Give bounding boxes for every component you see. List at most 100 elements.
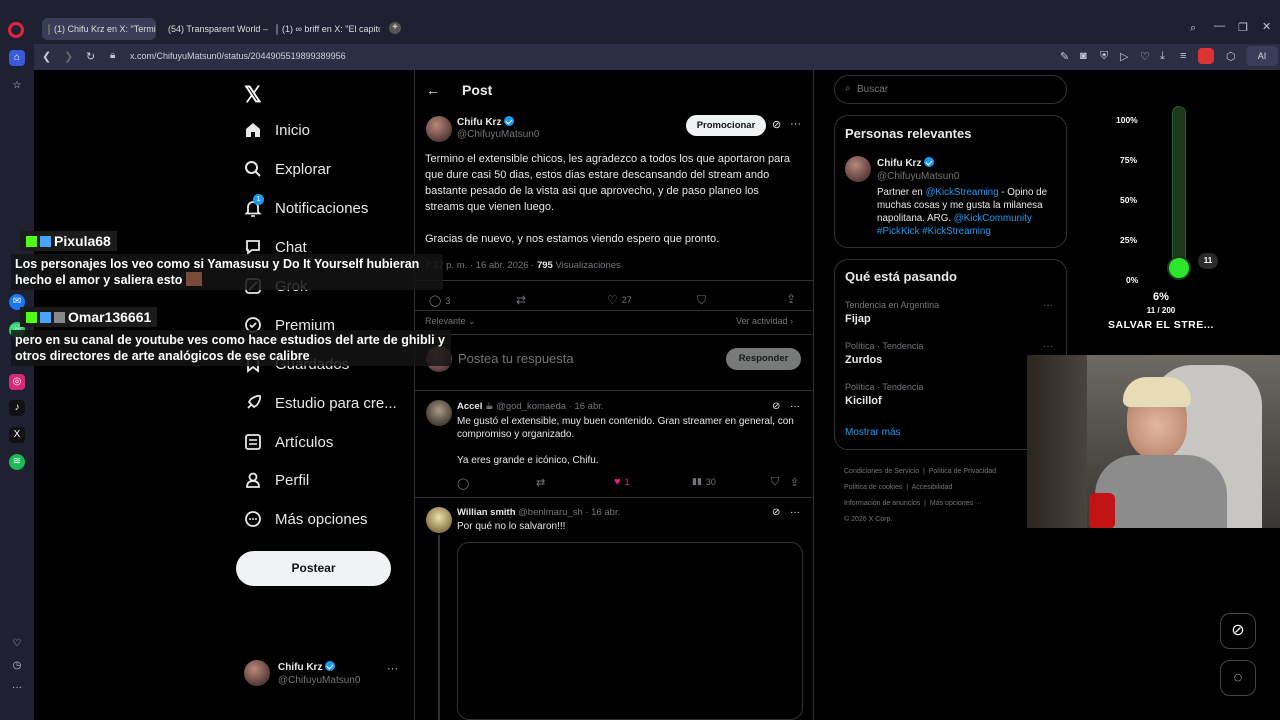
home-sidebar-icon[interactable]: ⌂: [9, 50, 25, 66]
nav-more[interactable]: Más opciones: [244, 510, 368, 528]
trend-item[interactable]: Política · Tendencia Zurdos: [845, 341, 923, 366]
heart-filled-icon: ♥: [614, 476, 621, 488]
post-text: Gracias de nuevo, y nos estamos viendo e…: [425, 233, 720, 245]
search-box[interactable]: ⌕ Buscar: [834, 75, 1067, 104]
reload-icon[interactable]: ↻: [86, 50, 95, 63]
nav-notifications[interactable]: 1 Notificaciones: [244, 194, 368, 217]
share-icon[interactable]: ⇪: [786, 292, 796, 306]
opera-logo-icon[interactable]: [8, 22, 24, 38]
bookmark-icon[interactable]: ⛉: [697, 293, 706, 308]
relevance-sort[interactable]: Relevante ⌄: [425, 316, 476, 327]
reply-input[interactable]: Postea tu respuesta: [458, 351, 574, 366]
view-activity-link[interactable]: Ver actividad ›: [736, 316, 793, 326]
play-icon[interactable]: ▷: [1120, 50, 1128, 63]
avatar[interactable]: [426, 116, 452, 142]
minimize-button[interactable]: —: [1214, 20, 1225, 32]
post-button[interactable]: Postear: [236, 551, 391, 586]
menu-icon[interactable]: ≡: [1180, 50, 1186, 62]
footer-link[interactable]: Accesibilidad: [912, 484, 953, 491]
tab-chifu[interactable]: (1) Chifu Krz en X: "Termin: [42, 18, 156, 40]
heart-icon[interactable]: ♡: [1140, 50, 1150, 63]
like-action[interactable]: ♡ 27: [607, 293, 632, 307]
reply-more-icon[interactable]: ···: [790, 401, 800, 412]
instagram-icon[interactable]: ◎: [9, 374, 25, 390]
repost-icon[interactable]: ⇄: [536, 476, 545, 489]
grok-analyze-icon[interactable]: ⊘: [772, 118, 781, 131]
search-input[interactable]: Buscar: [857, 84, 888, 95]
tiktok-icon[interactable]: ♪: [9, 400, 25, 416]
footer-link[interactable]: Política de Privacidad: [929, 468, 996, 475]
grok-float-button[interactable]: ⊘: [1220, 613, 1256, 649]
close-button[interactable]: ✕: [1262, 20, 1271, 33]
share-icon[interactable]: ⇪: [790, 476, 799, 489]
reply-author-name[interactable]: Accel: [457, 401, 482, 412]
url-text[interactable]: x.com/ChifuyuMatsun0/status/204490551989…: [130, 51, 346, 61]
bookmark-icon[interactable]: ⛉: [771, 476, 779, 489]
footer-link[interactable]: Política de cookies: [844, 484, 902, 491]
x-logo-icon[interactable]: 𝕏: [244, 82, 262, 108]
messages-float-button[interactable]: ◌: [1220, 660, 1256, 696]
favorites-icon[interactable]: ♡: [9, 636, 25, 652]
footer-links: Condiciones de Servicio | Política de Pr…: [844, 464, 996, 528]
footer-link[interactable]: Información de anuncios: [844, 500, 920, 507]
post-author-handle[interactable]: @ChifuyuMatsun0: [457, 129, 539, 140]
nav-articles[interactable]: Artículos: [244, 433, 333, 451]
gauge-percent: 6%: [1153, 291, 1169, 303]
reply-author-name[interactable]: Willian smith: [457, 507, 516, 518]
relevant-name[interactable]: Chifu Krz: [877, 158, 921, 169]
extensions-icon[interactable]: ⬡: [1226, 50, 1236, 63]
trend-more-icon[interactable]: ···: [1043, 341, 1053, 352]
post-more-icon[interactable]: ···: [790, 118, 801, 130]
avatar[interactable]: [426, 507, 452, 533]
avatar[interactable]: [426, 400, 452, 426]
edit-icon[interactable]: ✎: [1060, 50, 1069, 63]
browser-sidebar: ⌂ ☆ ✉ ☏ ◎ ♪ X ≋ ♡ ◷ ···: [0, 40, 34, 720]
search-tabs-icon[interactable]: ⌕: [1190, 22, 1196, 35]
trend-more-icon[interactable]: ···: [1043, 300, 1053, 311]
reply-more-icon[interactable]: ···: [790, 507, 800, 518]
show-more-link[interactable]: Mostrar más: [845, 427, 901, 438]
views-action[interactable]: ▮▮ 30: [692, 476, 716, 487]
tab-youtube[interactable]: (54) Transparent World –: [158, 18, 268, 40]
forward-icon[interactable]: ❯: [64, 50, 73, 63]
trend-item[interactable]: Política · Tendencia Kicillof: [845, 382, 923, 407]
grok-analyze-icon[interactable]: ⊘: [772, 401, 780, 412]
nav-creator-studio[interactable]: Estudio para cre...: [244, 394, 397, 412]
reply-count: 3: [445, 295, 451, 306]
download-icon[interactable]: ⤓: [1160, 50, 1165, 63]
reply-icon[interactable]: ◯: [457, 477, 469, 490]
footer-link[interactable]: Condiciones de Servicio: [844, 468, 919, 475]
maximize-button[interactable]: ❐: [1238, 21, 1248, 34]
like-action[interactable]: ♥ 1: [614, 476, 630, 488]
camera-icon[interactable]: ◙: [1080, 50, 1087, 62]
promote-button[interactable]: Promocionar: [686, 115, 766, 136]
x-sidebar-icon[interactable]: X: [9, 427, 25, 443]
reply-media[interactable]: [457, 542, 803, 720]
post-author-name[interactable]: Chifu Krz: [457, 117, 501, 128]
pin-icon[interactable]: ☆: [9, 78, 25, 94]
grok-analyze-icon[interactable]: ⊘: [772, 507, 780, 518]
profile-icon[interactable]: [1198, 48, 1214, 64]
spotify-icon[interactable]: ≋: [9, 454, 25, 470]
back-arrow-icon[interactable]: ←: [426, 82, 440, 98]
avatar[interactable]: [845, 156, 871, 182]
footer-link[interactable]: Más opciones ···: [930, 500, 982, 507]
back-icon[interactable]: ❮: [42, 50, 51, 63]
bio-link[interactable]: @KickStreaming: [925, 187, 998, 198]
account-more-icon[interactable]: ···: [387, 663, 398, 675]
lock-icon: 🔒︎: [110, 50, 116, 61]
nav-home[interactable]: Inicio: [244, 121, 310, 139]
nav-explore[interactable]: Explorar: [244, 160, 331, 178]
trend-item[interactable]: Tendencia en Argentina Fijap: [845, 300, 939, 325]
more-sidebar-icon[interactable]: ···: [9, 680, 25, 696]
shield-icon[interactable]: ⛨: [1100, 50, 1108, 63]
reply-action[interactable]: ◯ 3: [429, 294, 450, 307]
reply-button[interactable]: Responder: [726, 348, 801, 370]
ai-button[interactable]: AI: [1246, 46, 1278, 66]
account-switcher[interactable]: Chifu Krz @ChifuyuMatsun0 ···: [236, 656, 406, 690]
tab-briff[interactable]: (1) ∞ briff en X: "El capitul: [270, 18, 380, 40]
new-tab-button[interactable]: +: [389, 22, 401, 34]
nav-profile[interactable]: Perfil: [244, 471, 309, 489]
history-icon[interactable]: ◷: [9, 658, 25, 674]
repost-icon[interactable]: ⇄: [516, 293, 526, 307]
